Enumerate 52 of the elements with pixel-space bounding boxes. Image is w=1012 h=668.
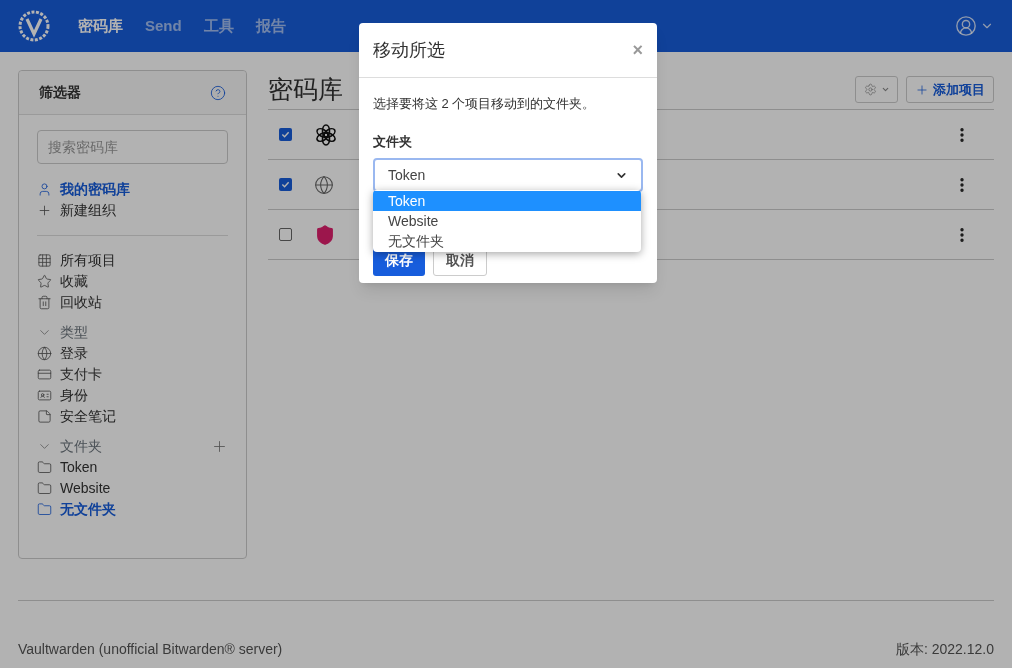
- filter-item[interactable]: 回收站: [60, 292, 102, 313]
- page-heading: 密码库: [268, 73, 343, 105]
- trash-icon: [37, 295, 52, 310]
- plus-icon: [915, 82, 929, 97]
- row-checkbox[interactable]: [279, 128, 292, 141]
- row-checkbox[interactable]: [279, 228, 292, 241]
- search-field[interactable]: 搜索密码库: [37, 130, 228, 164]
- filter-item[interactable]: 收藏: [60, 271, 88, 292]
- dialog-title: 移动所选: [373, 38, 445, 62]
- filter-item[interactable]: 无文件夹: [60, 499, 116, 520]
- check-icon: [281, 180, 290, 189]
- caret-icon: [880, 85, 890, 94]
- add-item-button[interactable]: 添加项目: [906, 76, 994, 103]
- knot-logo-icon: [314, 122, 338, 147]
- gear-icon: [863, 83, 877, 96]
- filter-item[interactable]: Website: [60, 478, 111, 499]
- grid-icon: [37, 253, 52, 268]
- filter-item[interactable]: 安全笔记: [60, 406, 116, 427]
- user-icon: [37, 182, 52, 197]
- filter-item[interactable]: 我的密码库: [60, 179, 130, 200]
- globe-icon: [314, 174, 334, 195]
- version-text: 版本: 2022.12.0: [895, 640, 994, 659]
- field-label: 文件夹: [373, 132, 413, 151]
- dropdown-option[interactable]: Website: [373, 211, 641, 231]
- filter-item[interactable]: 支付卡: [60, 364, 102, 385]
- folder-icon: [37, 460, 52, 475]
- filter-item[interactable]: 身份: [60, 385, 88, 406]
- account-icon[interactable]: [955, 15, 977, 37]
- note-icon: [37, 409, 52, 424]
- shield-logo-icon: [314, 223, 336, 246]
- row-checkbox[interactable]: [279, 178, 292, 191]
- check-icon: [281, 130, 290, 139]
- group-heading: 类型: [60, 323, 88, 342]
- star-icon: [37, 274, 52, 289]
- card-icon: [37, 367, 52, 382]
- footer-text: Vaultwarden (unofficial Bitwarden® server): [18, 640, 283, 659]
- folder-icon: [37, 481, 52, 496]
- add-folder-icon[interactable]: [211, 438, 228, 455]
- globe-icon: [37, 346, 52, 361]
- nav-link[interactable]: 密码库: [78, 14, 123, 38]
- logo-icon[interactable]: [18, 10, 50, 42]
- plus-icon: [37, 203, 52, 218]
- dialog-message: 选择要将这 2 个项目移动到的文件夹。: [373, 95, 597, 113]
- filter-item[interactable]: 登录: [60, 343, 88, 364]
- filter-item[interactable]: 新建组织: [60, 200, 116, 221]
- panel-title: 筛选器: [39, 83, 81, 102]
- help-icon[interactable]: [210, 84, 226, 101]
- filter-item[interactable]: Token: [60, 457, 98, 478]
- id-card-icon: [37, 388, 52, 403]
- filter-item[interactable]: 所有项目: [60, 250, 116, 271]
- folder-icon: [37, 502, 52, 517]
- group-heading: 文件夹: [60, 437, 102, 456]
